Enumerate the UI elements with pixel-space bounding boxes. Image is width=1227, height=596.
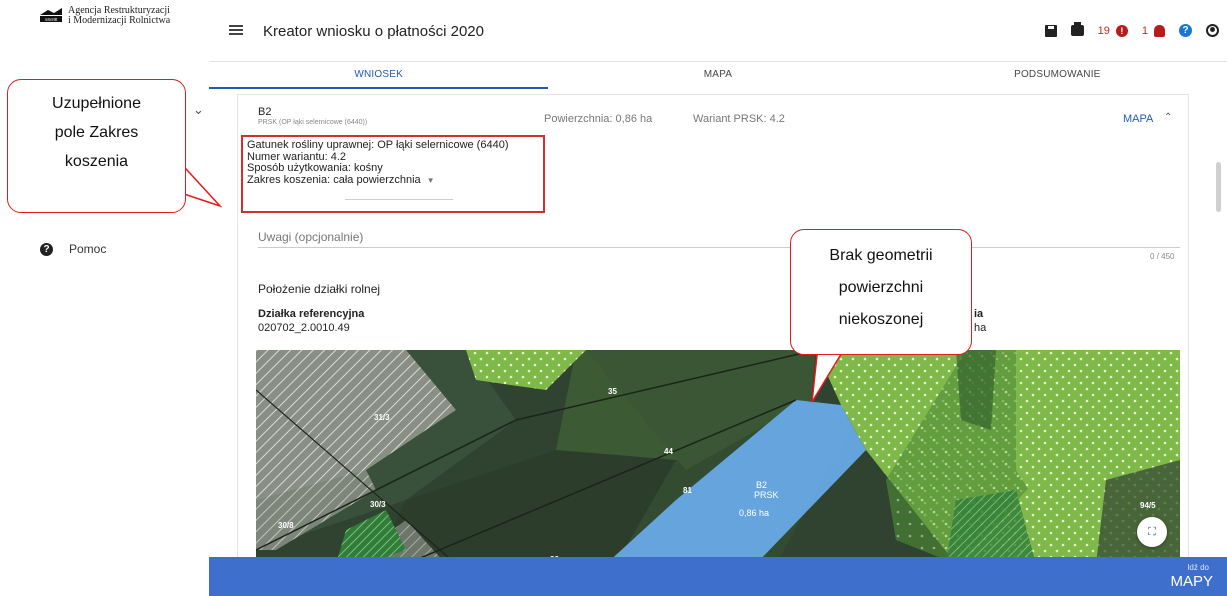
callout-right-line1: Brak geometrii [829, 247, 933, 264]
menu-icon[interactable] [229, 25, 243, 35]
fullscreen-icon[interactable]: ⛶ [1137, 517, 1167, 547]
map-label-44: 44 [664, 447, 673, 456]
map-link[interactable]: MAPA [1123, 113, 1153, 125]
map-parcel-label-id: B2 [756, 480, 767, 490]
logo-text: Agencja Restrukturyzacji i Modernizacji … [68, 6, 170, 26]
callout-mowing-filled: Uzupełnione pole Zakres koszenia [7, 79, 186, 213]
map-label-30-3: 30/3 [370, 500, 386, 509]
print-icon[interactable] [1070, 22, 1084, 36]
save-icon[interactable] [1044, 24, 1057, 37]
bell-icon [1154, 24, 1165, 37]
callout-left-line2: pole Zakres [54, 124, 139, 141]
tab-mapa[interactable]: MAPA [548, 62, 887, 89]
variant-number-text: Numer wariantu: 4.2 [247, 150, 347, 163]
map-label-94-5: 94/5 [1140, 501, 1156, 510]
map-label-31-3: 31/3 [374, 413, 390, 422]
sidebar-item-label: Pomoc [69, 242, 107, 256]
callout-left-line3: koszenia [64, 153, 129, 170]
logo-line-2: i Modernizacji Rolnictwa [68, 15, 171, 26]
notes-counter: 0 / 450 [1150, 252, 1175, 261]
parcel-id: B2 [258, 106, 272, 118]
mowing-select[interactable]: cała powierzchnia ▼ [333, 174, 434, 186]
callout-right-line2: powierzchni [838, 279, 924, 296]
parcel-map[interactable]: 35 31/3 44 81 30/3 30/8 94/5 82 B2 PRSK … [256, 350, 1180, 564]
page-title: Kreator wniosku o płatności 2020 [263, 23, 484, 40]
go-to-map-button[interactable]: MAPY [1170, 573, 1213, 590]
map-label-35: 35 [608, 387, 617, 396]
go-to-label: Idź do [1187, 563, 1209, 572]
location-title: Położenie działki rolnej [258, 282, 381, 296]
parcel-details: Gatunek rośliny uprawnej: OP łąki selern… [241, 135, 545, 213]
usage-text: Sposób użytkowania: kośny [247, 162, 383, 174]
chevron-down-icon[interactable]: ⌄ [193, 102, 204, 118]
tab-wniosek[interactable]: WNIOSEK [209, 62, 549, 89]
parcel-area: Powierzchnia: 0,86 ha [544, 113, 653, 125]
notifications-count: 1 [1141, 24, 1148, 37]
sidebar-item-help[interactable]: ? Pomoc [40, 242, 106, 256]
right-column-value: ha [974, 322, 987, 334]
parcel-variant: Wariant PRSK: 4.2 [693, 113, 785, 125]
right-column-label: ia [974, 308, 984, 320]
callout-left-line1: Uzupełnione [52, 95, 141, 112]
map-label-81: 81 [683, 486, 692, 495]
header-actions: 19 ! 1 ? [1044, 22, 1219, 37]
notifications-indicator[interactable]: 1 [1141, 24, 1165, 37]
ref-parcel-value: 020702_2.0010.49 [258, 322, 350, 334]
user-icon[interactable] [1206, 24, 1219, 37]
mowing-row: Zakres koszenia: cała powierzchnia ▼ [247, 173, 539, 186]
dropdown-arrow-icon: ▼ [426, 175, 435, 185]
ref-parcel-label: Działka referencyjna [258, 308, 365, 320]
help-icon[interactable]: ? [1179, 24, 1192, 37]
logo-icon: ARiMR [40, 6, 62, 22]
app-header: Kreator wniosku o płatności 2020 19 ! 1 … [209, 0, 1227, 62]
notes-input[interactable]: Uwagi (opcjonalnie) [258, 230, 363, 244]
tab-podsumowanie[interactable]: PODSUMOWANIE [888, 62, 1227, 89]
species-text: Gatunek rośliny uprawnej: OP łąki selern… [247, 139, 509, 151]
app-root: ARiMR Agencja Restrukturyzacji i Moderni… [0, 0, 1227, 596]
svg-text:ARiMR: ARiMR [45, 17, 58, 22]
chevron-up-icon[interactable]: ⌃ [1164, 112, 1172, 123]
mowing-label: Zakres koszenia: [247, 173, 331, 186]
scrollbar[interactable] [1214, 92, 1224, 562]
help-icon: ? [40, 242, 53, 256]
parcel-subtitle: PRSK (OP łąki selernicowe (6440)) [258, 119, 368, 126]
mowing-value: cała powierzchnia [333, 173, 421, 186]
tab-bar: WNIOSEK MAPA PODSUMOWANIE [209, 62, 1227, 89]
callout-missing-geometry: Brak geometrii powierzchni niekoszonej [790, 229, 972, 355]
error-icon: ! [1115, 24, 1128, 37]
warnings-count: 19 [1097, 24, 1110, 37]
callout-right-line3: niekoszonej [838, 311, 924, 328]
callout-tail-right [811, 346, 847, 403]
map-parcel-label-type: PRSK [754, 490, 779, 500]
go-to-map-bar[interactable]: Idź do MAPY [209, 557, 1227, 596]
errors-indicator[interactable]: 19 ! [1097, 24, 1128, 37]
map-label-30-8: 30/8 [278, 521, 294, 530]
notes-underline [258, 247, 1180, 248]
agency-logo[interactable]: ARiMR Agencja Restrukturyzacji i Moderni… [40, 6, 170, 26]
map-parcel-label-area: 0,86 ha [739, 508, 769, 518]
